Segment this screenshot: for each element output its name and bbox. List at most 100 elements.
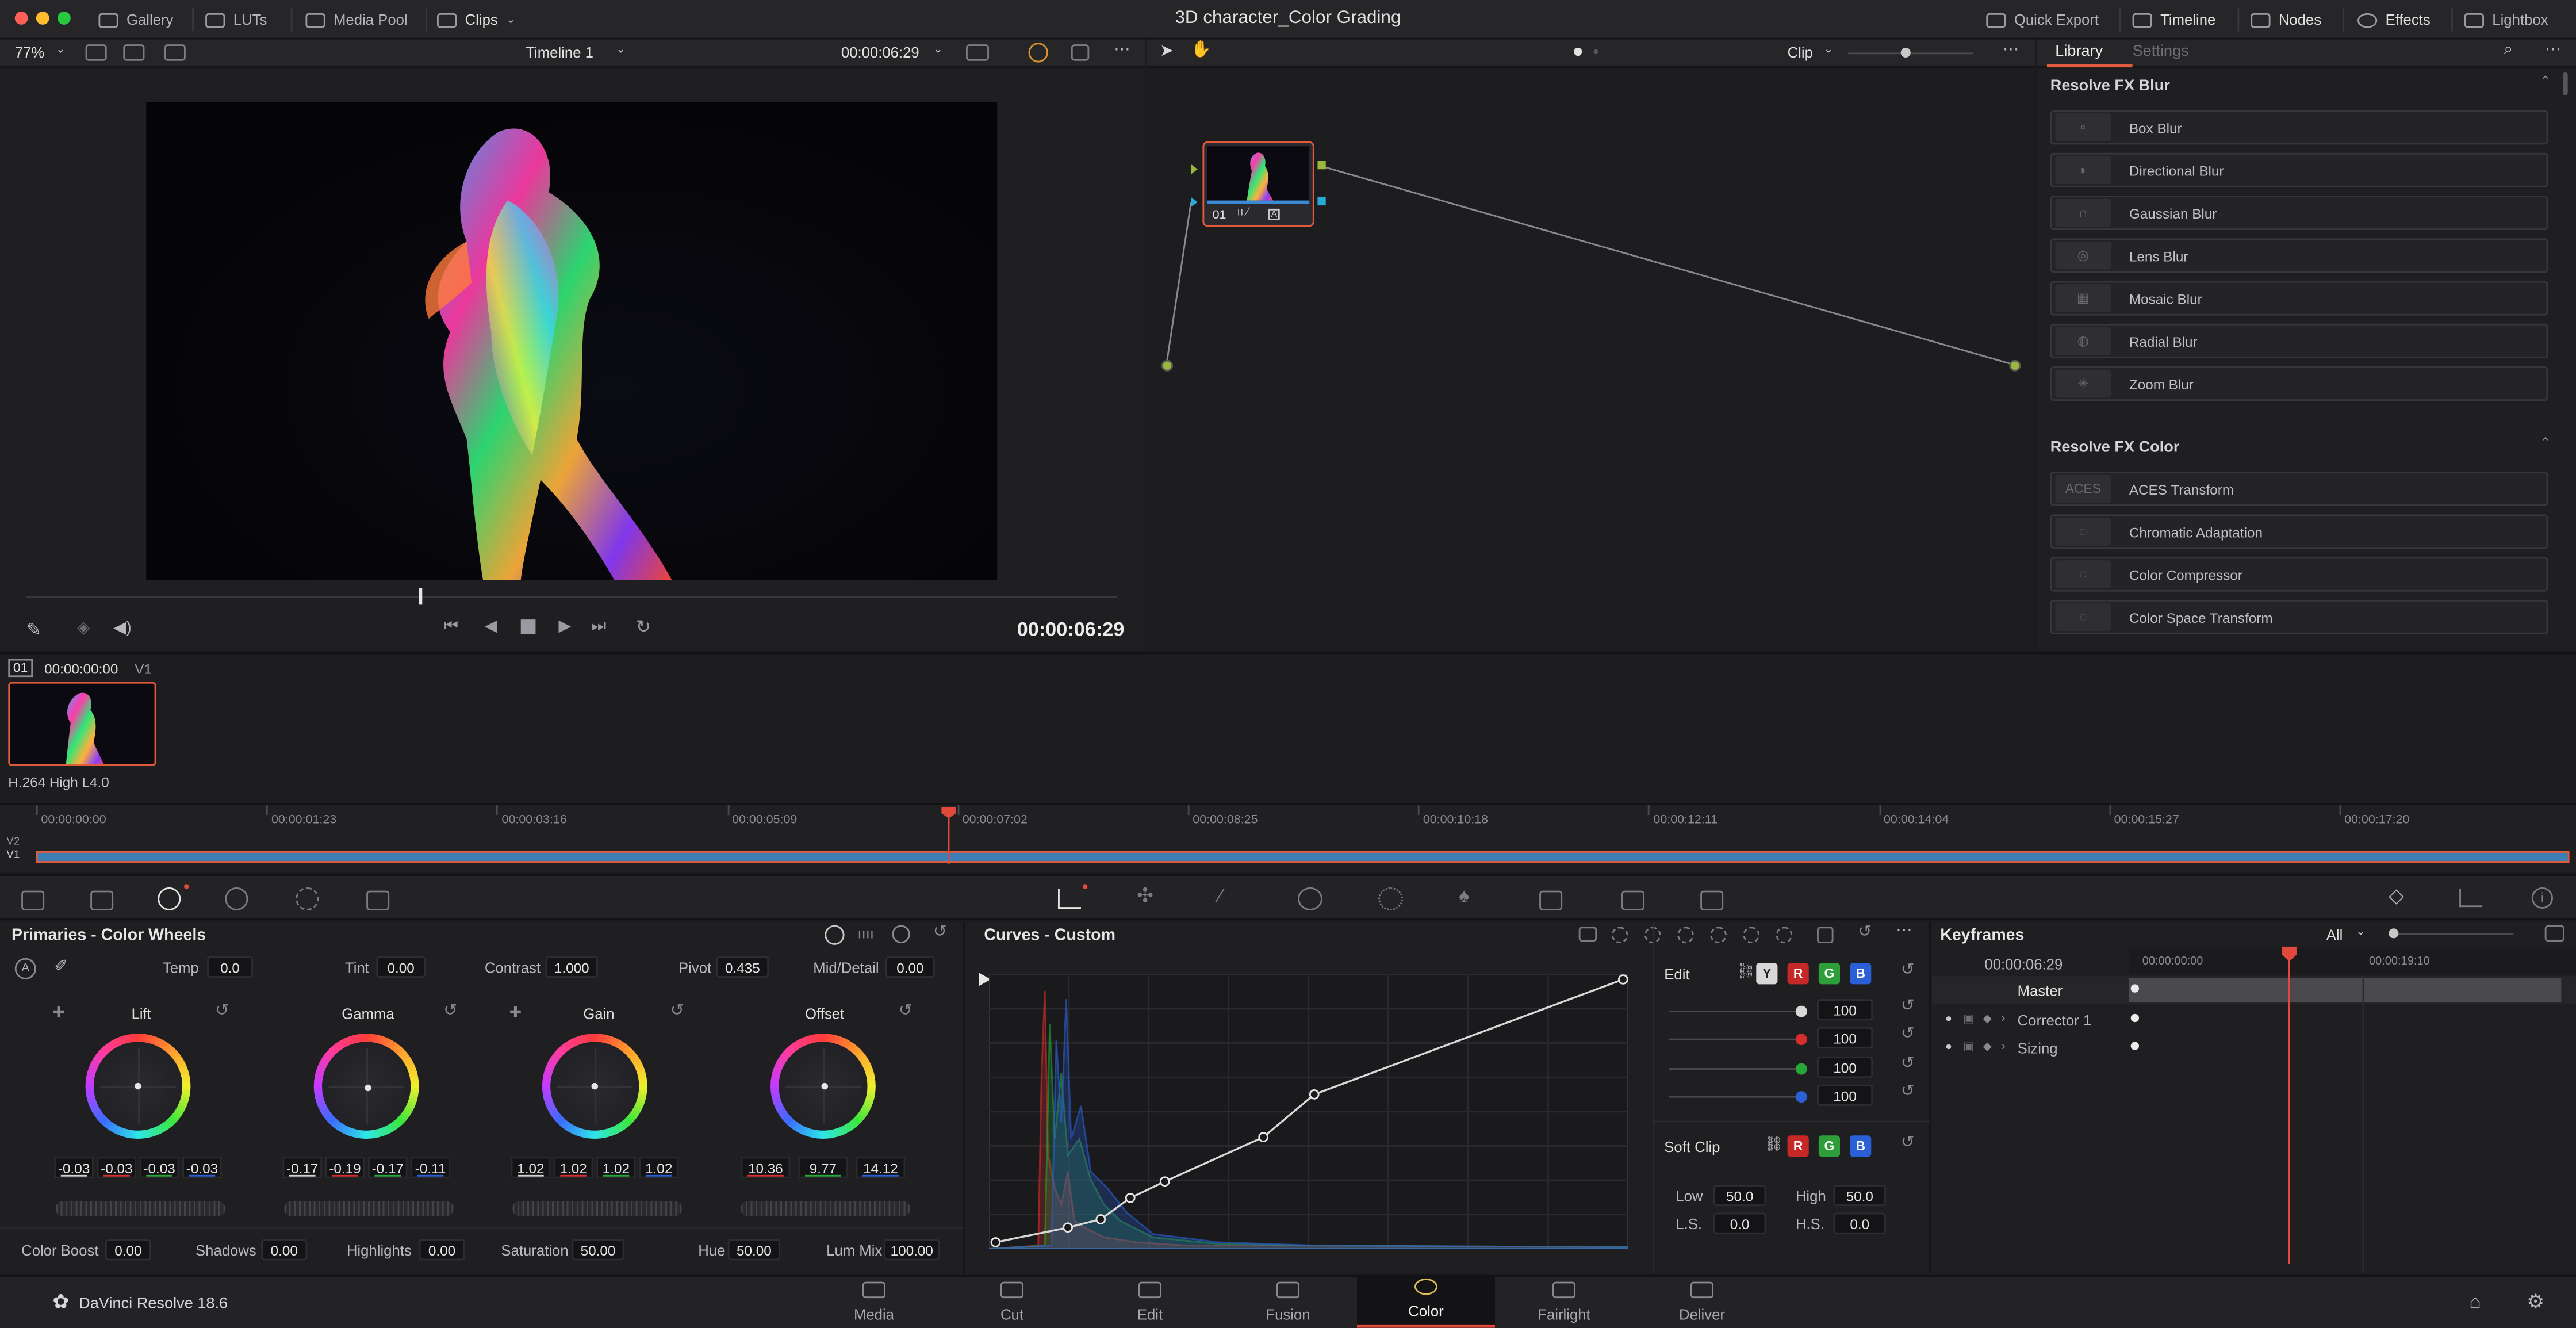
effect-box-blur[interactable]: ▫ Box Blur — [2050, 110, 2548, 145]
contrast-field[interactable]: 1.000 — [545, 956, 598, 978]
scrubber-playhead[interactable] — [419, 588, 423, 605]
node-key-input-icon[interactable] — [1191, 197, 1198, 207]
stop-icon[interactable] — [520, 619, 536, 634]
gamma-wheel[interactable] — [313, 1034, 419, 1139]
sat-vs-lum-icon[interactable] — [1776, 927, 1793, 943]
b-intensity-handle[interactable] — [1795, 1091, 1807, 1103]
link-icon[interactable]: ⛓ — [1736, 963, 1755, 981]
v1-clip-bar[interactable] — [36, 851, 2570, 863]
settings-gear-icon[interactable]: ⚙ — [2527, 1290, 2544, 1313]
offset-reset-icon[interactable]: ↺ — [899, 1002, 913, 1020]
offset-wheel-handle[interactable] — [821, 1082, 828, 1090]
gamma-g-field[interactable]: -0.17 — [368, 1157, 408, 1178]
offset-b-field[interactable]: 14.12 — [856, 1157, 906, 1178]
play-icon[interactable]: ▶ — [558, 618, 571, 636]
lift-wheel[interactable] — [85, 1034, 191, 1139]
info-icon[interactable]: i — [2531, 887, 2553, 909]
section-header-blur[interactable]: Resolve FX Blur — [2050, 77, 2170, 95]
keyframe-dot-icon[interactable] — [2130, 1042, 2139, 1050]
effects-toggle-button[interactable]: Effects — [2358, 6, 2431, 33]
offset-master-wheel[interactable] — [741, 1201, 910, 1216]
curves-icon[interactable] — [1058, 889, 1081, 909]
lock-icon[interactable]: ▣ — [1963, 1040, 1974, 1053]
timeline-name[interactable]: Timeline 1 — [526, 44, 593, 61]
gain-wheel-handle[interactable] — [591, 1082, 598, 1090]
custom-curve-icon[interactable] — [1578, 927, 1597, 942]
wheels-mode-icon[interactable] — [825, 925, 845, 945]
lift-g-field[interactable]: -0.03 — [139, 1157, 179, 1178]
gamma-r-field[interactable]: -0.19 — [325, 1157, 365, 1178]
loop-icon[interactable]: ↻ — [636, 616, 651, 637]
keyframe-zoom-slider[interactable] — [2398, 933, 2514, 935]
keyframes-icon[interactable]: ◇ — [2389, 884, 2404, 907]
gain-reset-icon[interactable]: ↺ — [670, 1002, 684, 1020]
low-field[interactable]: 50.0 — [1713, 1185, 1766, 1207]
node-rgb-output-icon[interactable] — [1317, 161, 1326, 170]
reset-icon[interactable]: ↺ — [1901, 961, 1915, 979]
gamma-y-field[interactable]: -0.17 — [282, 1157, 322, 1178]
luts-button[interactable]: LUTs — [205, 6, 267, 33]
media-pool-button[interactable]: Media Pool — [305, 6, 408, 33]
more-options-icon[interactable]: ⋯ — [1114, 41, 1130, 59]
blur-icon[interactable] — [1539, 890, 1563, 910]
master-keyframe-track[interactable] — [2129, 978, 2562, 1002]
pointer-icon[interactable]: ➤ — [1160, 43, 1174, 60]
zoom-window-button[interactable] — [57, 12, 71, 25]
3d-icon[interactable] — [1700, 890, 1724, 910]
reset-icon[interactable]: ↺ — [1858, 924, 1872, 942]
tab-library[interactable]: Library — [2055, 43, 2103, 60]
ls-field[interactable]: 0.0 — [1713, 1212, 1766, 1234]
quick-export-button[interactable]: Quick Export — [1986, 6, 2099, 33]
reset-icon[interactable]: ↺ — [1901, 997, 1915, 1015]
hs-field[interactable]: 0.0 — [1833, 1212, 1886, 1234]
scopes-icon[interactable] — [2459, 889, 2483, 908]
softclip-g-button[interactable]: G — [1818, 1135, 1840, 1157]
g-intensity-field[interactable]: 100 — [1817, 1057, 1873, 1078]
hue-vs-lum-icon[interactable] — [1677, 927, 1694, 943]
node-graph[interactable]: 01 ıı ⁄ A — [1147, 69, 2035, 651]
keyframe-add-icon[interactable]: ◆ — [1983, 1040, 1992, 1053]
gamma-reset-icon[interactable]: ↺ — [443, 1002, 457, 1020]
expand-icon[interactable] — [2544, 925, 2564, 942]
home-icon[interactable]: ⌂ — [2469, 1290, 2481, 1313]
chevron-down-icon[interactable]: ⌄ — [1823, 43, 1833, 56]
saturation-field[interactable]: 50.00 — [572, 1239, 624, 1261]
keyframe-dot-icon[interactable] — [2130, 984, 2139, 993]
lightbox-button[interactable]: Lightbox — [2464, 6, 2548, 33]
lift-y-field[interactable]: -0.03 — [54, 1157, 94, 1178]
color-wheels-icon[interactable] — [158, 887, 181, 910]
effect-radial-blur[interactable]: ◍ Radial Blur — [2050, 323, 2548, 358]
clip-thumbnail[interactable] — [8, 682, 156, 766]
tracker-icon[interactable] — [1378, 887, 1403, 910]
effect-directional-blur[interactable]: ◗ Directional Blur — [2050, 152, 2548, 187]
scrubber-track[interactable] — [26, 596, 1117, 598]
reset-icon[interactable]: ↺ — [1901, 1055, 1915, 1073]
rgb-mixer-icon[interactable] — [296, 887, 319, 910]
chevron-right-icon[interactable]: › — [2001, 1011, 2006, 1025]
page-tab-cut[interactable]: Cut — [943, 1275, 1081, 1327]
lift-picker-icon[interactable]: ✚ — [52, 1004, 65, 1022]
lock-icon[interactable]: ▣ — [1963, 1012, 1974, 1025]
highlights-field[interactable]: 0.00 — [419, 1239, 465, 1261]
y-channel-button[interactable]: Y — [1756, 963, 1778, 985]
viewer-frame[interactable] — [146, 102, 998, 580]
gain-master-wheel[interactable] — [512, 1201, 682, 1216]
hand-icon[interactable]: ✋ — [1191, 41, 1212, 59]
hue-vs-hue-icon[interactable] — [1611, 927, 1628, 943]
hdr-wheels-icon[interactable] — [225, 887, 248, 910]
bars-mode-icon[interactable]: ıııı — [857, 925, 874, 942]
gain-b-field[interactable]: 1.02 — [639, 1157, 678, 1178]
g-intensity-handle[interactable] — [1795, 1063, 1807, 1075]
expand-icon[interactable] — [1817, 927, 1834, 943]
softclip-r-button[interactable]: R — [1787, 1135, 1809, 1157]
tree-output-icon[interactable] — [2009, 359, 2021, 372]
lift-r-field[interactable]: -0.03 — [97, 1157, 137, 1178]
r-channel-button[interactable]: R — [1787, 963, 1809, 985]
color-match-icon[interactable] — [90, 890, 114, 910]
source-input-icon[interactable] — [1162, 359, 1173, 372]
y-intensity-field[interactable]: 100 — [1817, 999, 1873, 1021]
offset-g-field[interactable]: 9.77 — [798, 1157, 848, 1178]
r-intensity-slider[interactable] — [1669, 1038, 1804, 1040]
curve-graph[interactable] — [989, 974, 1628, 1249]
effect-color-compressor[interactable]: ◌ Color Compressor — [2050, 557, 2548, 592]
